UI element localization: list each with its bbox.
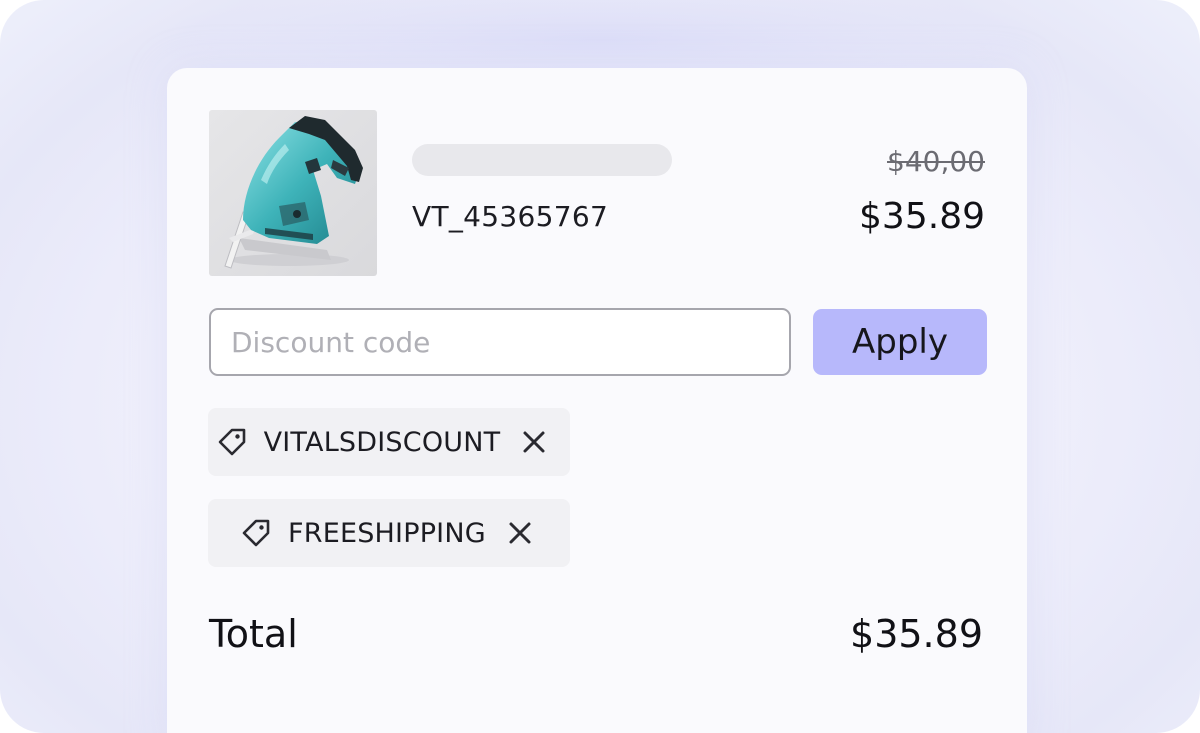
applied-code-label: VITALSDISCOUNT xyxy=(263,426,501,458)
close-icon[interactable] xyxy=(504,517,536,549)
close-icon[interactable] xyxy=(518,426,550,458)
tag-icon xyxy=(212,422,252,462)
total-value: $35.89 xyxy=(850,612,983,656)
jigsaw-illustration xyxy=(224,116,363,269)
tag-icon xyxy=(236,513,276,553)
discount-code-input[interactable] xyxy=(209,308,791,376)
original-price: $40,00 xyxy=(887,145,985,178)
product-image xyxy=(209,110,377,276)
applied-code-chip: VITALSDISCOUNT xyxy=(208,408,570,476)
product-sku: VT_45365767 xyxy=(412,200,609,233)
applied-code-chip: FREESHIPPING xyxy=(208,499,570,567)
apply-button[interactable]: Apply xyxy=(813,309,987,375)
total-label: Total xyxy=(209,612,298,656)
sale-price: $35.89 xyxy=(859,196,985,237)
applied-code-label: FREESHIPPING xyxy=(288,517,486,549)
page-background: VT_45365767 $40,00 $35.89 Apply VITALSDI… xyxy=(0,0,1200,733)
product-title-placeholder xyxy=(412,144,672,176)
